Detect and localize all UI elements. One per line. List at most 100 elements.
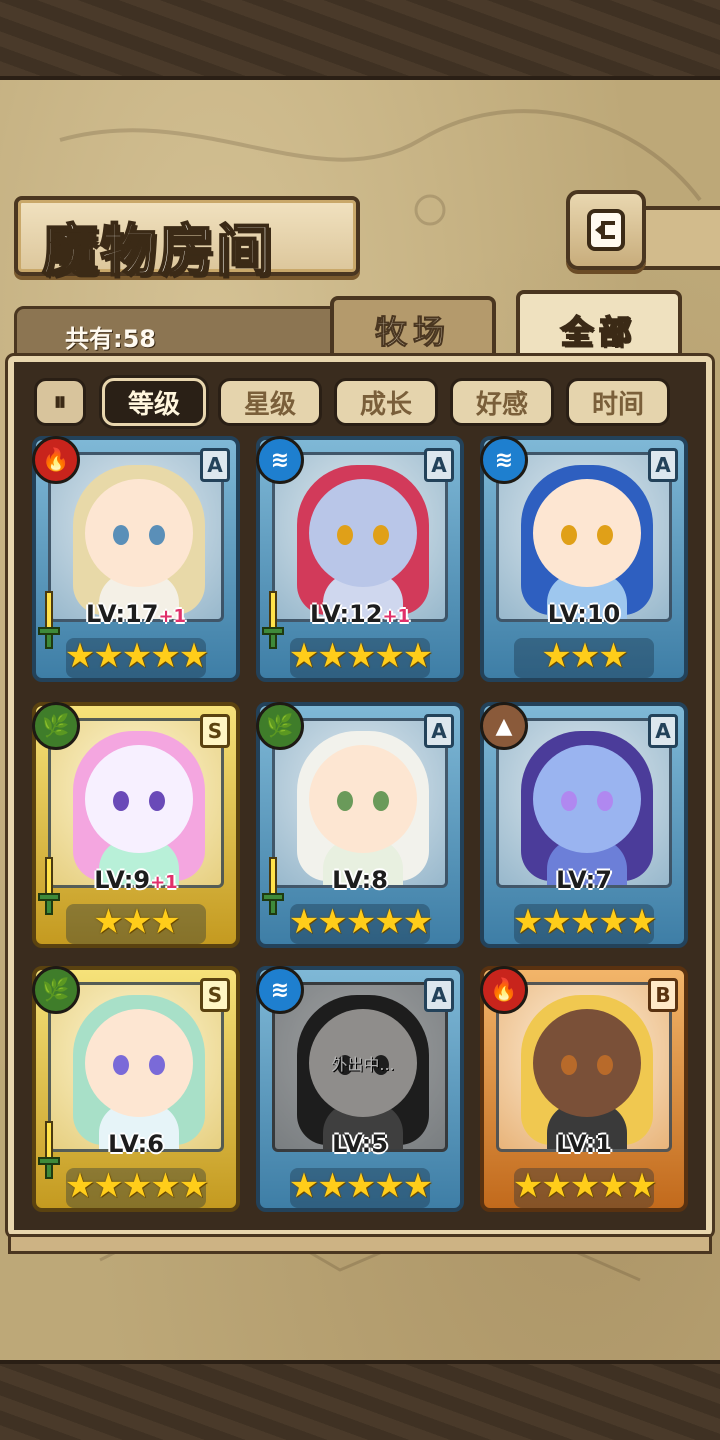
monster-level: LV:6 <box>36 1130 236 1158</box>
monster-level: LV:10 <box>484 600 684 628</box>
monster-level: LV:1 <box>484 1130 684 1158</box>
monster-card[interactable]: 🌿 A LV:8 ★★★★★ <box>256 702 464 948</box>
back-button-rail <box>640 206 720 270</box>
monster-eye <box>149 791 165 811</box>
sort-level[interactable]: 等级 <box>102 378 206 426</box>
monster-card[interactable]: 🌿 S LV:9+1 ★★★ <box>32 702 240 948</box>
star-rating: ★★★★★ <box>288 902 433 942</box>
star-rating: ★★★★★ <box>64 636 209 676</box>
monster-eye <box>337 525 353 545</box>
wood-element-icon: 🌿 <box>256 702 304 750</box>
level-value: LV:9 <box>94 866 151 894</box>
monster-portrait <box>496 452 672 622</box>
sort-direction-icon: ⏸ <box>53 386 67 417</box>
fire-element-icon: 🔥 <box>32 436 80 484</box>
return-icon <box>587 209 625 251</box>
monster-face <box>85 745 193 853</box>
monster-level: LV:12+1 <box>260 600 460 628</box>
monster-card[interactable]: ≋ A LV:12+1 ★★★★★ <box>256 436 464 682</box>
wood-element-icon: 🌿 <box>32 966 80 1014</box>
monster-eye <box>561 791 577 811</box>
monster-card[interactable]: 🔥 B LV:1 ★★★★★ <box>480 966 688 1212</box>
monster-portrait <box>48 718 224 888</box>
monster-portrait <box>496 718 672 888</box>
monster-eye <box>597 791 613 811</box>
level-value: LV:7 <box>556 866 612 894</box>
level-value: LV:5 <box>332 1130 388 1158</box>
board-bottom-rail <box>8 1234 712 1254</box>
monster-level: LV:8 <box>260 866 460 894</box>
sort-time[interactable]: 时间 <box>566 378 670 426</box>
monster-face <box>309 745 417 853</box>
water-element-icon: ≋ <box>480 436 528 484</box>
bottom-decor-band <box>0 1360 720 1440</box>
monster-eye <box>113 791 129 811</box>
monster-card[interactable]: ≋ A LV:10 ★★★ <box>480 436 688 682</box>
monster-face <box>533 479 641 587</box>
star-rating: ★★★★★ <box>512 1166 657 1206</box>
star-rating: ★★★★★ <box>288 636 433 676</box>
monster-eye <box>561 525 577 545</box>
level-value: LV:6 <box>108 1130 164 1158</box>
monster-level: LV:9+1 <box>36 866 236 894</box>
star-rating: ★★★ <box>93 902 180 942</box>
tab-all[interactable]: 全部 <box>516 290 682 366</box>
back-button[interactable] <box>566 190 646 270</box>
monster-face <box>533 1009 641 1117</box>
star-rating: ★★★ <box>541 636 628 676</box>
monster-level: LV:7 <box>484 866 684 894</box>
monster-eye <box>113 525 129 545</box>
sort-affection[interactable]: 好感 <box>450 378 554 426</box>
earth-element-icon: ▲ <box>480 702 528 750</box>
level-bonus: +1 <box>382 606 411 627</box>
star-rating: ★★★★★ <box>288 1166 433 1206</box>
star-rating: ★★★★★ <box>512 902 657 942</box>
water-element-icon: ≋ <box>256 966 304 1014</box>
sort-order-toggle[interactable]: ⏸ <box>34 378 86 426</box>
monster-card[interactable]: ▲ A LV:7 ★★★★★ <box>480 702 688 948</box>
rank-badge: A <box>424 448 454 482</box>
rank-badge: B <box>648 978 678 1012</box>
monster-face <box>85 479 193 587</box>
monster-portrait <box>48 982 224 1152</box>
monster-card[interactable]: 🌿 S LV:6 ★★★★★ <box>32 966 240 1212</box>
monster-face <box>533 745 641 853</box>
rank-badge: S <box>200 714 230 748</box>
monster-portrait <box>272 452 448 622</box>
title-plate: 魔物房间 <box>14 196 360 285</box>
level-value: LV:10 <box>547 600 621 628</box>
monster-eye <box>597 525 613 545</box>
monster-eye <box>149 525 165 545</box>
monster-eye <box>561 1055 577 1075</box>
monster-level: LV:17+1 <box>36 600 236 628</box>
rank-badge: A <box>648 714 678 748</box>
monster-card[interactable]: 外出中... ≋ A LV:5 ★★★★★ <box>256 966 464 1212</box>
monster-portrait <box>496 982 672 1152</box>
top-decor-band <box>0 0 720 80</box>
level-value: LV:1 <box>556 1130 612 1158</box>
level-value: LV:17 <box>85 600 159 628</box>
fire-element-icon: 🔥 <box>480 966 528 1014</box>
level-bonus: +1 <box>158 606 187 627</box>
star-rating: ★★★★★ <box>64 1166 209 1206</box>
rank-badge: A <box>648 448 678 482</box>
monster-portrait <box>48 452 224 622</box>
tab-ranch[interactable]: 牧场 <box>330 296 496 360</box>
monster-count: 共有:58 <box>65 325 156 353</box>
sort-stars[interactable]: 星级 <box>218 378 322 426</box>
monster-count-bar: 共有:58 <box>14 306 344 356</box>
level-value: LV:12 <box>309 600 383 628</box>
page-title: 魔物房间 <box>41 217 274 285</box>
away-status: 外出中... <box>331 1055 395 1074</box>
rank-badge: A <box>424 714 454 748</box>
monster-card[interactable]: 🔥 A LV:17+1 ★★★★★ <box>32 436 240 682</box>
monster-eye <box>597 1055 613 1075</box>
monster-eye <box>149 1055 165 1075</box>
rank-badge: S <box>200 978 230 1012</box>
monster-portrait: 外出中... <box>272 982 448 1152</box>
monster-eye <box>337 791 353 811</box>
level-bonus: +1 <box>150 872 178 893</box>
sort-growth[interactable]: 成长 <box>334 378 438 426</box>
monster-face <box>85 1009 193 1117</box>
monster-eye <box>373 525 389 545</box>
